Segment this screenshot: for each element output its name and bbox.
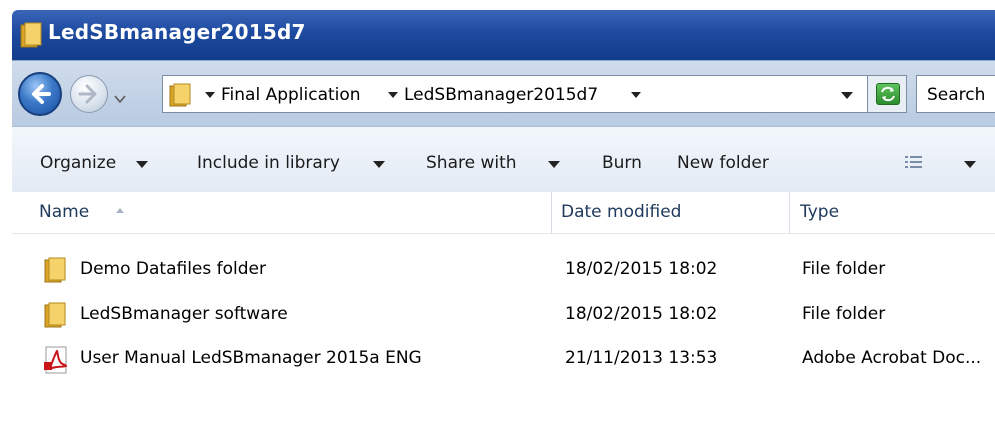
command-toolbar: Organize Include in library Share with B… [12, 126, 995, 192]
refresh-button[interactable] [867, 75, 907, 113]
new-folder-button[interactable]: New folder [677, 153, 769, 173]
navigation-bar: Final Application LedSBmanager2015d7 Sea… [12, 60, 995, 126]
column-divider[interactable] [551, 192, 552, 234]
file-type: File folder [802, 304, 886, 324]
list-item[interactable]: LedSBmanager software 18/02/2015 18:02 F… [12, 296, 995, 334]
share-with-button[interactable]: Share with [426, 153, 517, 173]
address-history-dropdown-icon[interactable] [841, 92, 853, 99]
folder-icon [44, 302, 66, 333]
breadcrumb-separator-icon[interactable] [631, 92, 641, 98]
back-arrow-icon [28, 82, 52, 111]
breadcrumb-current-folder[interactable]: LedSBmanager2015d7 [404, 85, 598, 105]
file-name[interactable]: Demo Datafiles folder [80, 259, 266, 279]
column-header-row: Name Date modified Type [12, 192, 995, 234]
address-bar[interactable]: Final Application LedSBmanager2015d7 [162, 75, 868, 113]
file-type: Adobe Acrobat Doc... [802, 348, 982, 368]
window-title: LedSBmanager2015d7 [48, 20, 306, 44]
column-header-date-modified[interactable]: Date modified [561, 202, 681, 222]
column-header-type[interactable]: Type [800, 202, 839, 222]
file-date-modified: 18/02/2015 18:02 [565, 304, 718, 324]
organize-button[interactable]: Organize [40, 153, 116, 173]
breadcrumb-final-application[interactable]: Final Application [221, 85, 361, 105]
organize-chevron-down-icon[interactable] [136, 161, 148, 168]
change-view-icon[interactable] [905, 154, 923, 174]
pdf-icon [44, 346, 70, 379]
column-divider[interactable] [789, 192, 790, 234]
file-type: File folder [802, 259, 886, 279]
sort-ascending-icon [116, 208, 124, 213]
folder-icon [44, 257, 66, 288]
column-header-name[interactable]: Name [39, 202, 89, 222]
search-box[interactable]: Search [916, 75, 995, 113]
folder-icon [20, 22, 42, 53]
file-date-modified: 21/11/2013 13:53 [565, 348, 718, 368]
back-button[interactable] [18, 72, 62, 116]
forward-button[interactable] [70, 75, 108, 113]
share-with-chevron-down-icon[interactable] [548, 161, 560, 168]
window-titlebar[interactable]: LedSBmanager2015d7 [12, 10, 995, 60]
file-name[interactable]: User Manual LedSBmanager 2015a ENG [80, 348, 422, 368]
file-date-modified: 18/02/2015 18:02 [565, 259, 718, 279]
forward-arrow-icon [77, 82, 101, 111]
search-input[interactable]: Search [927, 85, 985, 105]
refresh-icon [876, 83, 900, 105]
recent-pages-chevron-icon[interactable] [113, 89, 127, 104]
list-item[interactable]: User Manual LedSBmanager 2015a ENG 21/11… [12, 340, 995, 378]
burn-button[interactable]: Burn [602, 153, 642, 173]
list-item[interactable]: Demo Datafiles folder 18/02/2015 18:02 F… [12, 251, 995, 289]
breadcrumb-separator-icon[interactable] [388, 92, 398, 98]
breadcrumb-separator-icon[interactable] [205, 92, 215, 98]
include-in-library-chevron-down-icon[interactable] [373, 161, 385, 168]
folder-icon [169, 83, 191, 112]
view-options-chevron-down-icon[interactable] [964, 161, 976, 168]
file-name[interactable]: LedSBmanager software [80, 304, 288, 324]
include-in-library-button[interactable]: Include in library [197, 153, 340, 173]
